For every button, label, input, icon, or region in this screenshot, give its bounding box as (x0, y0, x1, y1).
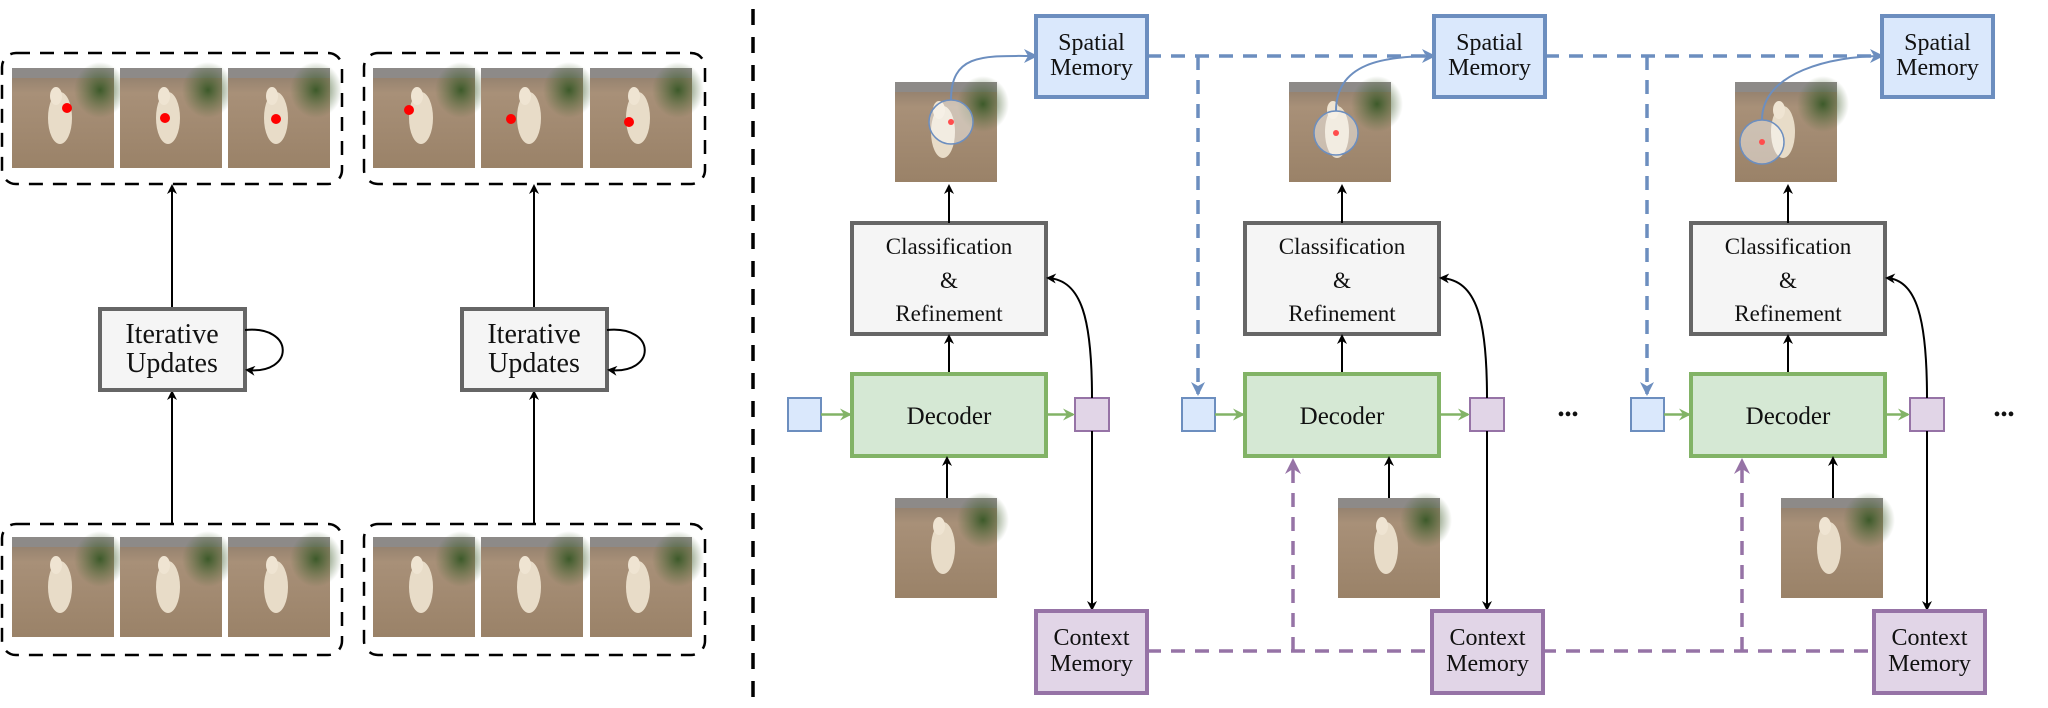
context-memory-box: ContextMemory (1430, 609, 1545, 695)
context-label: Context (1450, 625, 1526, 651)
decoder-step-2: SpatialMemoryClassification&RefinementDe… (1181, 14, 1579, 695)
output-token (1909, 397, 1945, 432)
ellipsis: ••• (1993, 404, 2014, 426)
iterative-updates-box-2: Iterative Updates (460, 307, 609, 392)
iterative-updates-box-1: Iterative Updates (98, 307, 247, 392)
input-frame-image (1338, 492, 1452, 598)
output-frames-group-1 (0, 51, 344, 186)
point-marker (271, 114, 281, 124)
frame-image (228, 531, 342, 637)
spatial-label: Spatial (1904, 30, 1971, 56)
frame-image (481, 62, 595, 168)
self-loop-arrow (244, 328, 284, 376)
frame-image (481, 531, 595, 637)
frame-image (590, 531, 704, 637)
decoder-box: Decoder (1689, 372, 1887, 458)
point-marker (62, 103, 72, 113)
context-memory-box: ContextMemory (1872, 609, 1987, 695)
context-memory-box: ContextMemory (1034, 609, 1149, 695)
input-frames-group-1 (0, 522, 344, 657)
ellipsis: ••• (1557, 404, 1578, 426)
self-loop-arrow (606, 328, 646, 376)
query-token (787, 397, 822, 432)
frame-image (12, 531, 126, 637)
frame-image (120, 531, 234, 637)
memory-label: Memory (1896, 55, 1979, 81)
input-frame-image (895, 492, 1009, 598)
ampersand-label: & (940, 268, 958, 293)
memory-label: Memory (1888, 651, 1971, 677)
point-marker (404, 105, 414, 115)
frame-image (590, 62, 704, 168)
token-to-classification-arrow (1885, 273, 1928, 399)
input-frames-group-2 (362, 522, 707, 657)
spatial-memory-box: SpatialMemory (1432, 14, 1547, 99)
context-label: Context (1054, 625, 1130, 651)
classification-label: Classification (1279, 234, 1406, 259)
token-to-classification-arrow (1046, 273, 1093, 399)
decoder-step-1: SpatialMemoryClassification&RefinementDe… (787, 14, 1149, 695)
left-panel: Iterative Updates Iterative Updates (0, 51, 707, 657)
input-frame-image (1781, 492, 1895, 598)
frame-image (373, 62, 487, 168)
spatial-memory-box: SpatialMemory (1880, 14, 1995, 99)
updates-label: Updates (488, 348, 580, 379)
spatial-label: Spatial (1456, 30, 1523, 56)
decoder-label: Decoder (907, 403, 992, 430)
spatial-label: Spatial (1058, 30, 1125, 56)
ampersand-label: & (1779, 268, 1797, 293)
output-frames-group-2 (362, 51, 707, 186)
updates-label: Updates (126, 348, 218, 379)
frame-image (373, 531, 487, 637)
refinement-label: Refinement (895, 301, 1003, 326)
frame-image (228, 62, 342, 168)
point-marker (1333, 130, 1339, 136)
frame-image (12, 62, 126, 168)
refinement-label: Refinement (1734, 301, 1842, 326)
classification-refinement-box: Classification & Refinement (1243, 221, 1441, 336)
spatial-memory-box: SpatialMemory (1034, 14, 1149, 99)
decoder-step-3: SpatialMemoryClassification&RefinementDe… (1630, 14, 2015, 695)
point-marker (948, 119, 954, 125)
decoder-label: Decoder (1746, 403, 1831, 430)
decoder-label: Decoder (1300, 403, 1385, 430)
memory-label: Memory (1050, 55, 1133, 81)
classification-label: Classification (886, 234, 1013, 259)
ampersand-label: & (1333, 268, 1351, 293)
output-token (1469, 397, 1505, 432)
memory-label: Memory (1050, 651, 1133, 677)
refinement-label: Refinement (1288, 301, 1396, 326)
point-marker (160, 113, 170, 123)
decoder-box: Decoder (1243, 372, 1441, 458)
output-token (1074, 397, 1110, 432)
frame-image (120, 62, 234, 168)
diagram: Iterative Updates Iterative Updates Spat… (0, 9, 2015, 700)
memory-label: Memory (1448, 55, 1531, 81)
point-marker (1759, 139, 1765, 145)
point-marker (506, 114, 516, 124)
decoder-box: Decoder (850, 372, 1048, 458)
iterative-label: Iterative (487, 319, 580, 350)
query-token (1181, 397, 1216, 432)
classification-label: Classification (1725, 234, 1852, 259)
context-label: Context (1892, 625, 1968, 651)
memory-label: Memory (1446, 651, 1529, 677)
token-to-classification-arrow (1439, 273, 1488, 399)
iterative-label: Iterative (125, 319, 218, 350)
classification-refinement-box: Classification & Refinement (850, 221, 1048, 336)
point-marker (624, 117, 634, 127)
classification-refinement-box: Classification & Refinement (1689, 221, 1887, 336)
query-token (1630, 397, 1665, 432)
